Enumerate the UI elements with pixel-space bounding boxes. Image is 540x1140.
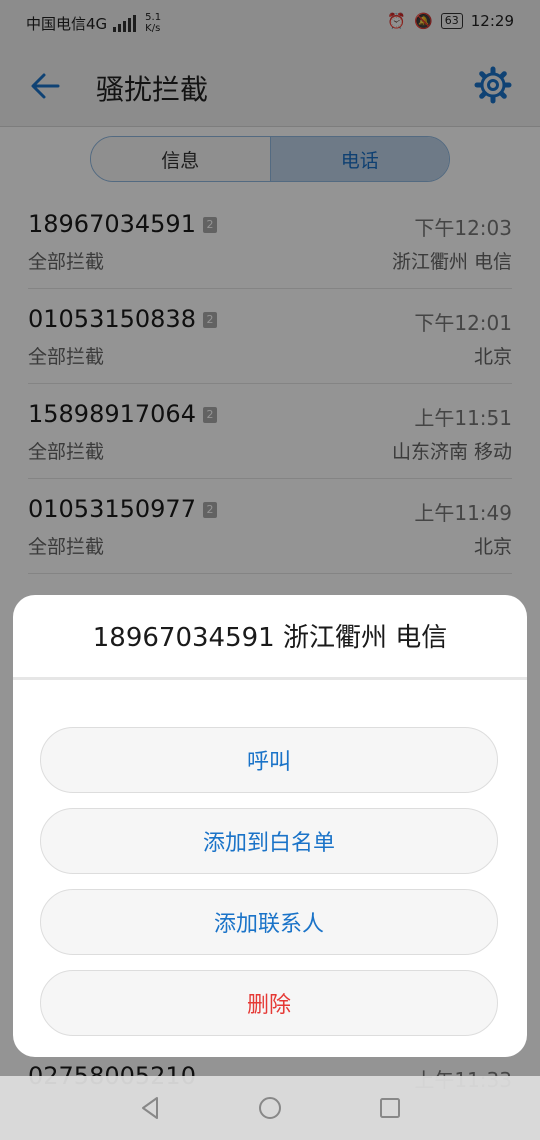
recents-square-icon[interactable] [376, 1094, 404, 1122]
dialog-divider [13, 677, 527, 680]
dialog-title: 18967034591 浙江衢州 电信 [92, 623, 448, 653]
add-to-whitelist-button[interactable]: 添加到白名单 [40, 808, 498, 874]
home-circle-icon[interactable] [256, 1094, 284, 1122]
delete-button[interactable]: 删除 [40, 970, 498, 1036]
back-triangle-icon[interactable] [136, 1094, 164, 1122]
action-dialog: 18967034591 浙江衢州 电信 呼叫 添加到白名单 添加联系人 删除 [13, 595, 527, 1057]
system-nav-bar [0, 1076, 540, 1140]
add-contact-button[interactable]: 添加联系人 [40, 889, 498, 955]
call-button[interactable]: 呼叫 [40, 727, 498, 793]
